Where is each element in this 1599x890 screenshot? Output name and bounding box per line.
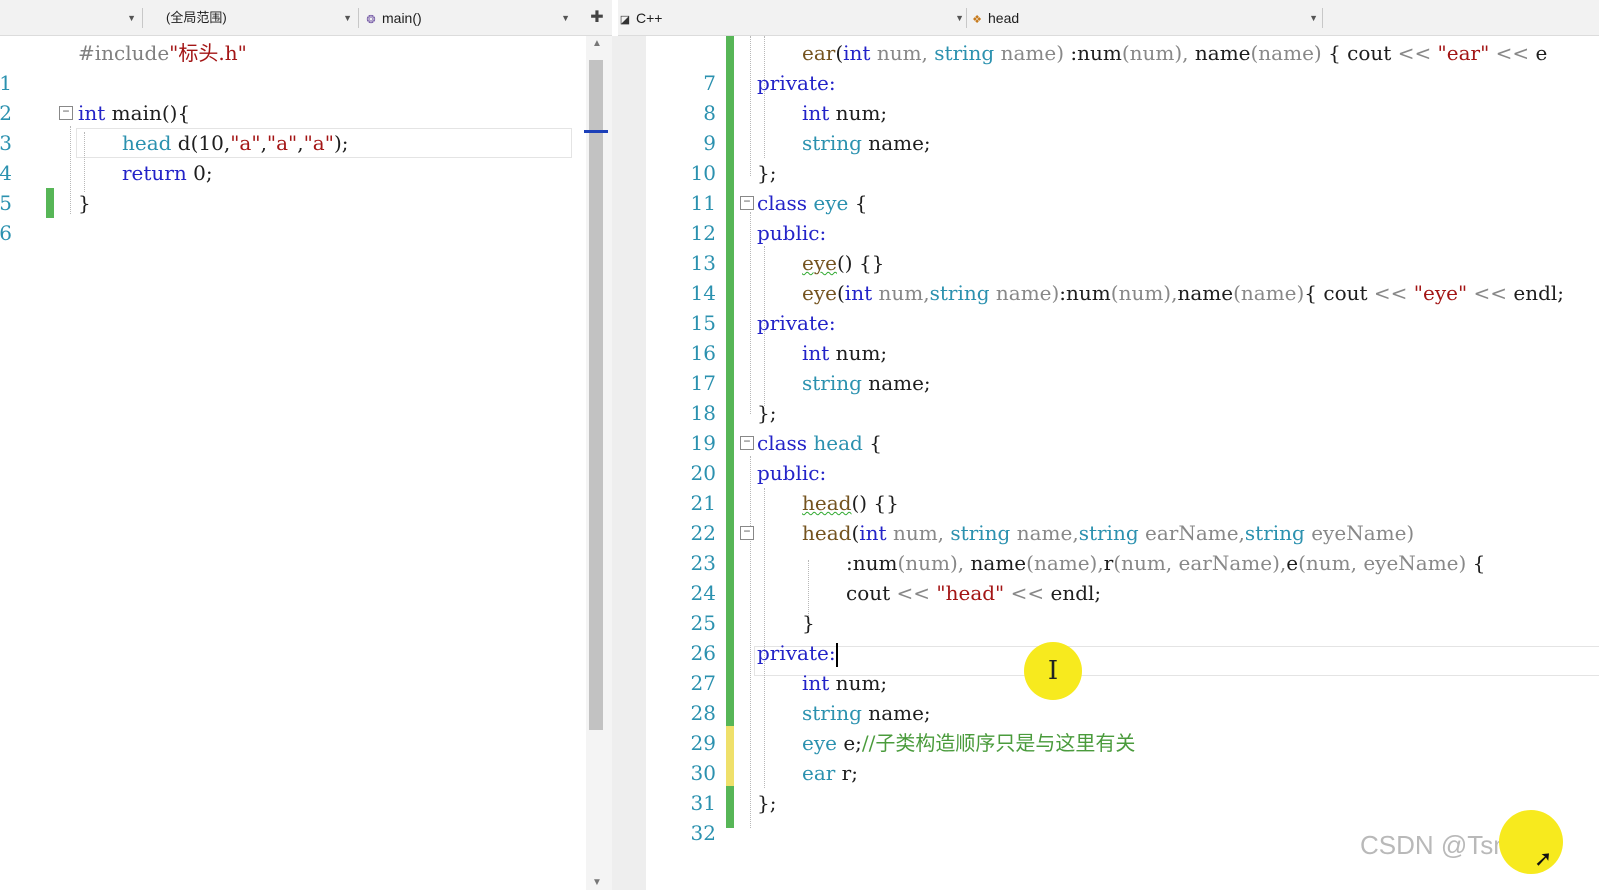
class-label: head (988, 10, 1020, 26)
code-line: 8 private: (646, 68, 1599, 125)
code-line: 14 eye() {} (646, 248, 1599, 305)
file-icon: ◪ (619, 14, 631, 26)
code-line: 26 } (646, 608, 1599, 665)
left-code-editor[interactable]: 1 #include"标头.h" 2 3 − int main(){ 4 hea… (0, 36, 586, 890)
code-line: 3 − int main(){ (0, 98, 586, 155)
left-navigation-bar: ▼ (全局范围) ▼ ❂ main() ▼ ✚ (0, 0, 612, 36)
mouse-highlight: I (1024, 642, 1082, 700)
line-number: 32 (690, 821, 716, 845)
code-line: 13 public: (646, 218, 1599, 275)
code-line: 20 − class head { (646, 428, 1599, 485)
code-line: 19 }; (646, 398, 1599, 455)
collapse-icon[interactable]: − (740, 196, 754, 210)
code-line: 12 − class eye { (646, 188, 1599, 245)
code-line: 32 }; (646, 788, 1599, 845)
right-code-editor[interactable]: 7 ear(int num, string name) :num(num), n… (646, 36, 1599, 890)
code-line: 1 #include"标头.h" (0, 38, 586, 95)
chevron-down-icon: ▼ (955, 13, 964, 23)
code-line: 16 private: (646, 308, 1599, 365)
code-line: 23 − head(int num, string name,string ea… (646, 518, 1599, 575)
code-line: 22 head() {} (646, 488, 1599, 545)
scope-label: (全局范围) (166, 10, 227, 25)
code-line: 28 int num; (646, 668, 1599, 725)
mouse-highlight (1499, 810, 1563, 874)
chevron-down-icon: ▼ (343, 13, 352, 23)
code-line: 25 cout << "head" << endl; (646, 578, 1599, 635)
separator (1322, 8, 1323, 28)
code-line: 18 string name; (646, 368, 1599, 425)
chevron-down-icon: ▼ (561, 13, 570, 23)
line-number: 6 (0, 221, 12, 245)
code-line: 29 string name; (646, 698, 1599, 755)
code-line: 24 :num(num), name(name),r(num, earName)… (646, 548, 1599, 605)
collapse-icon[interactable]: − (740, 436, 754, 450)
mouse-pointer-icon: ➚ (1534, 846, 1553, 871)
plus-split-icon[interactable]: ✚ (586, 6, 608, 30)
member-label: main() (382, 10, 422, 26)
separator (358, 8, 359, 28)
scroll-down-icon[interactable]: ▼ (592, 877, 602, 888)
chevron-down-icon: ▼ (1309, 13, 1318, 23)
code-line: 17 int num; (646, 338, 1599, 395)
code-line: 30 eye e;//子类构造顺序只是与这里有关 (646, 728, 1599, 785)
text-caret (835, 642, 838, 667)
code-line: 21 public: (646, 458, 1599, 515)
code-line: 6 } (0, 188, 586, 245)
code-line: 2 (0, 68, 586, 125)
class-icon: ❖ (972, 14, 982, 26)
code-line: 11 }; (646, 158, 1599, 215)
text-cursor-icon: I (1047, 656, 1059, 686)
caret-position-marker (584, 130, 608, 133)
code-line: 5 return 0; (0, 158, 586, 215)
chevron-down-icon: ▼ (127, 13, 136, 23)
project-dropdown[interactable]: ▼ (0, 6, 140, 30)
pane-splitter[interactable] (612, 36, 646, 890)
separator (142, 8, 143, 28)
code-line: 31 ear r; (646, 758, 1599, 815)
code-line: 9 int num; (646, 98, 1599, 155)
collapse-icon[interactable]: − (740, 526, 754, 540)
scrollbar-thumb[interactable] (589, 60, 603, 730)
scope-dropdown[interactable]: (全局范围) ▼ (166, 6, 356, 30)
language-dropdown[interactable]: ◪ C++ ▼ (618, 6, 968, 30)
right-navigation-bar: ◪ C++ ▼ ❖ head ▼ (618, 0, 1599, 36)
vertical-scrollbar[interactable]: ▲ ▼ (584, 36, 612, 890)
member-dropdown[interactable]: ❂ main() ▼ (364, 6, 574, 30)
class-dropdown[interactable]: ❖ head ▼ (970, 6, 1322, 30)
language-label: C++ (636, 10, 663, 26)
collapse-icon[interactable]: − (59, 106, 73, 120)
code-line: 27 private: (646, 638, 1599, 695)
code-line: 15 eye(int num,string name):num(num),nam… (646, 278, 1599, 335)
code-line: 10 string name; (646, 128, 1599, 185)
code-line: 4 head d(10,"a","a","a"); (0, 128, 586, 218)
code-line: 7 ear(int num, string name) :num(num), n… (646, 38, 1599, 95)
separator (966, 8, 967, 28)
function-icon: ❂ (366, 14, 376, 26)
scroll-up-icon[interactable]: ▲ (592, 38, 602, 49)
